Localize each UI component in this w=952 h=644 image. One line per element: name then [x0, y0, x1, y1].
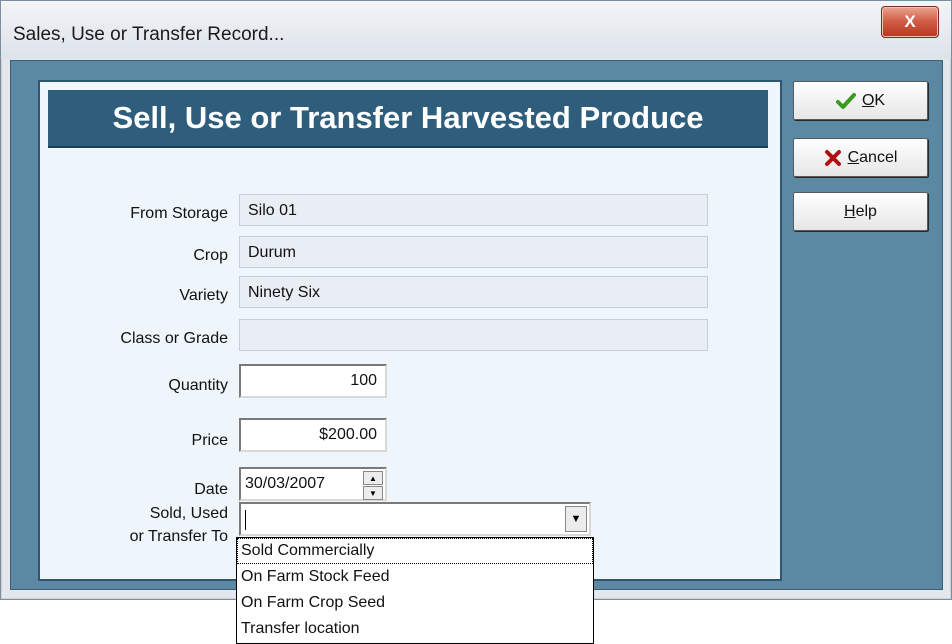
- crop-label: Crop: [193, 247, 228, 264]
- variety-field: Ninety Six: [239, 276, 708, 308]
- date-spinner[interactable]: ▲ ▼: [363, 471, 383, 500]
- close-button[interactable]: X: [881, 6, 939, 38]
- form-panel: Sell, Use or Transfer Harvested Produce …: [38, 80, 782, 581]
- dropdown-option[interactable]: Sold Commercially: [237, 538, 593, 564]
- spin-up-icon[interactable]: ▲: [363, 471, 383, 485]
- from-storage-label: From Storage: [130, 205, 228, 222]
- price-label: Price: [191, 432, 228, 449]
- price-input[interactable]: $200.00: [239, 418, 387, 452]
- dropdown-option[interactable]: On Farm Crop Seed: [237, 590, 593, 616]
- class-grade-field: [239, 319, 708, 351]
- chevron-down-icon[interactable]: ▼: [565, 506, 587, 532]
- form-heading: Sell, Use or Transfer Harvested Produce: [48, 90, 768, 148]
- sold-to-combobox[interactable]: ▼: [239, 502, 591, 536]
- sold-to-label-line1: Sold, Used: [149, 505, 228, 522]
- dropdown-option[interactable]: Transfer location: [237, 616, 593, 642]
- cancel-x-icon: [824, 149, 841, 166]
- cancel-button[interactable]: Cancel: [793, 138, 928, 177]
- close-icon: X: [904, 12, 916, 31]
- cancel-label: Cancel: [847, 148, 898, 166]
- title-bar[interactable]: Sales, Use or Transfer Record... X: [1, 1, 951, 59]
- help-label: Help: [844, 202, 877, 220]
- quantity-label: Quantity: [168, 377, 228, 394]
- sold-to-dropdown-list[interactable]: Sold Commercially On Farm Stock Feed On …: [236, 537, 594, 644]
- class-grade-label: Class or Grade: [120, 330, 228, 347]
- from-storage-field: Silo 01: [239, 194, 708, 226]
- help-button[interactable]: Help: [793, 192, 928, 231]
- crop-field: Durum: [239, 236, 708, 268]
- spin-down-icon[interactable]: ▼: [363, 486, 383, 500]
- dropdown-option[interactable]: On Farm Stock Feed: [237, 564, 593, 590]
- checkmark-icon: [835, 92, 856, 109]
- date-label: Date: [194, 481, 228, 498]
- quantity-input[interactable]: 100: [239, 364, 387, 398]
- dialog-client-area: Sell, Use or Transfer Harvested Produce …: [10, 60, 943, 590]
- text-caret: [245, 510, 246, 530]
- date-picker[interactable]: 30/03/2007 ▲ ▼: [239, 467, 387, 501]
- variety-label: Variety: [179, 287, 228, 304]
- dialog-window: Sales, Use or Transfer Record... X Sell,…: [0, 0, 952, 600]
- date-value: 30/03/2007: [245, 475, 326, 492]
- window-title: Sales, Use or Transfer Record...: [13, 24, 285, 45]
- ok-button[interactable]: OK: [793, 81, 928, 120]
- ok-label: OK: [861, 91, 886, 109]
- sold-to-label-line2: or Transfer To: [129, 528, 228, 545]
